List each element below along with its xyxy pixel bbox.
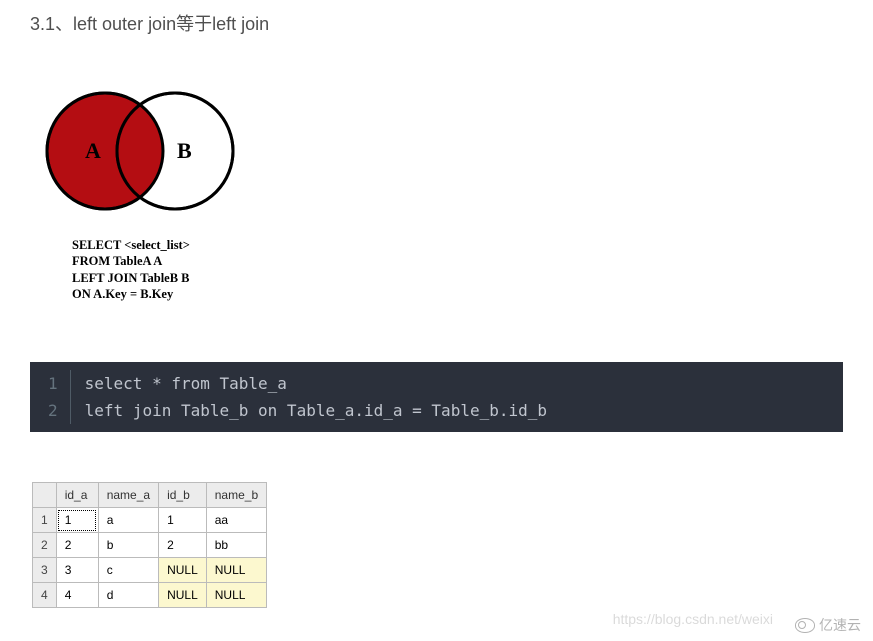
table-header-cell: name_a — [98, 483, 158, 508]
venn-sql-line: FROM TableA A — [72, 253, 843, 269]
table-cell: bb — [206, 533, 266, 558]
table-header-row: id_a name_a id_b name_b — [33, 483, 267, 508]
section-heading: 3.1、left outer join等于left join — [30, 10, 843, 36]
table-header-cell — [33, 483, 57, 508]
table-row: 33cNULLNULL — [33, 558, 267, 583]
code-line: left join Table_b on Table_a.id_a = Tabl… — [85, 397, 547, 424]
line-number: 2 — [48, 397, 58, 424]
table-cell: aa — [206, 508, 266, 533]
table-header-cell: id_a — [56, 483, 98, 508]
line-number: 1 — [48, 370, 58, 397]
venn-sql-line: ON A.Key = B.Key — [72, 286, 843, 302]
table-row: 22b2bb — [33, 533, 267, 558]
venn-diagram: A B — [25, 76, 843, 231]
table-cell: b — [98, 533, 158, 558]
table-header-cell: id_b — [159, 483, 207, 508]
venn-sql-line: LEFT JOIN TableB B — [72, 270, 843, 286]
table-cell: NULL — [206, 583, 266, 608]
table-cell: 1 — [33, 508, 57, 533]
table-cell: d — [98, 583, 158, 608]
venn-sql-text: SELECT <select_list> FROM TableA A LEFT … — [72, 237, 843, 302]
code-lines: select * from Table_a left join Table_b … — [71, 370, 561, 424]
table-cell: 3 — [33, 558, 57, 583]
brand-badge: 亿速云 — [795, 615, 861, 635]
table-cell: 2 — [56, 533, 98, 558]
table-cell: c — [98, 558, 158, 583]
table-cell: NULL — [159, 558, 207, 583]
venn-label-b: B — [177, 138, 192, 163]
code-block: 1 2 select * from Table_a left join Tabl… — [30, 362, 843, 432]
table-row: 11a1aa — [33, 508, 267, 533]
table-cell: 3 — [56, 558, 98, 583]
table-cell: NULL — [206, 558, 266, 583]
table-cell: 1 — [56, 508, 98, 533]
code-line-numbers: 1 2 — [30, 370, 71, 424]
venn-label-a: A — [85, 138, 101, 163]
table-cell: NULL — [159, 583, 207, 608]
venn-sql-line: SELECT <select_list> — [72, 237, 843, 253]
table-row: 44dNULLNULL — [33, 583, 267, 608]
table-cell: 2 — [33, 533, 57, 558]
result-table: id_a name_a id_b name_b 11a1aa22b2bb33cN… — [32, 482, 267, 608]
watermark-text: https://blog.csdn.net/weixi — [613, 611, 773, 627]
table-cell: 1 — [159, 508, 207, 533]
cloud-icon — [795, 618, 815, 633]
table-cell: a — [98, 508, 158, 533]
table-cell: 4 — [56, 583, 98, 608]
brand-text: 亿速云 — [819, 615, 861, 635]
code-line: select * from Table_a — [85, 370, 547, 397]
table-cell: 2 — [159, 533, 207, 558]
table-cell: 4 — [33, 583, 57, 608]
table-header-cell: name_b — [206, 483, 266, 508]
